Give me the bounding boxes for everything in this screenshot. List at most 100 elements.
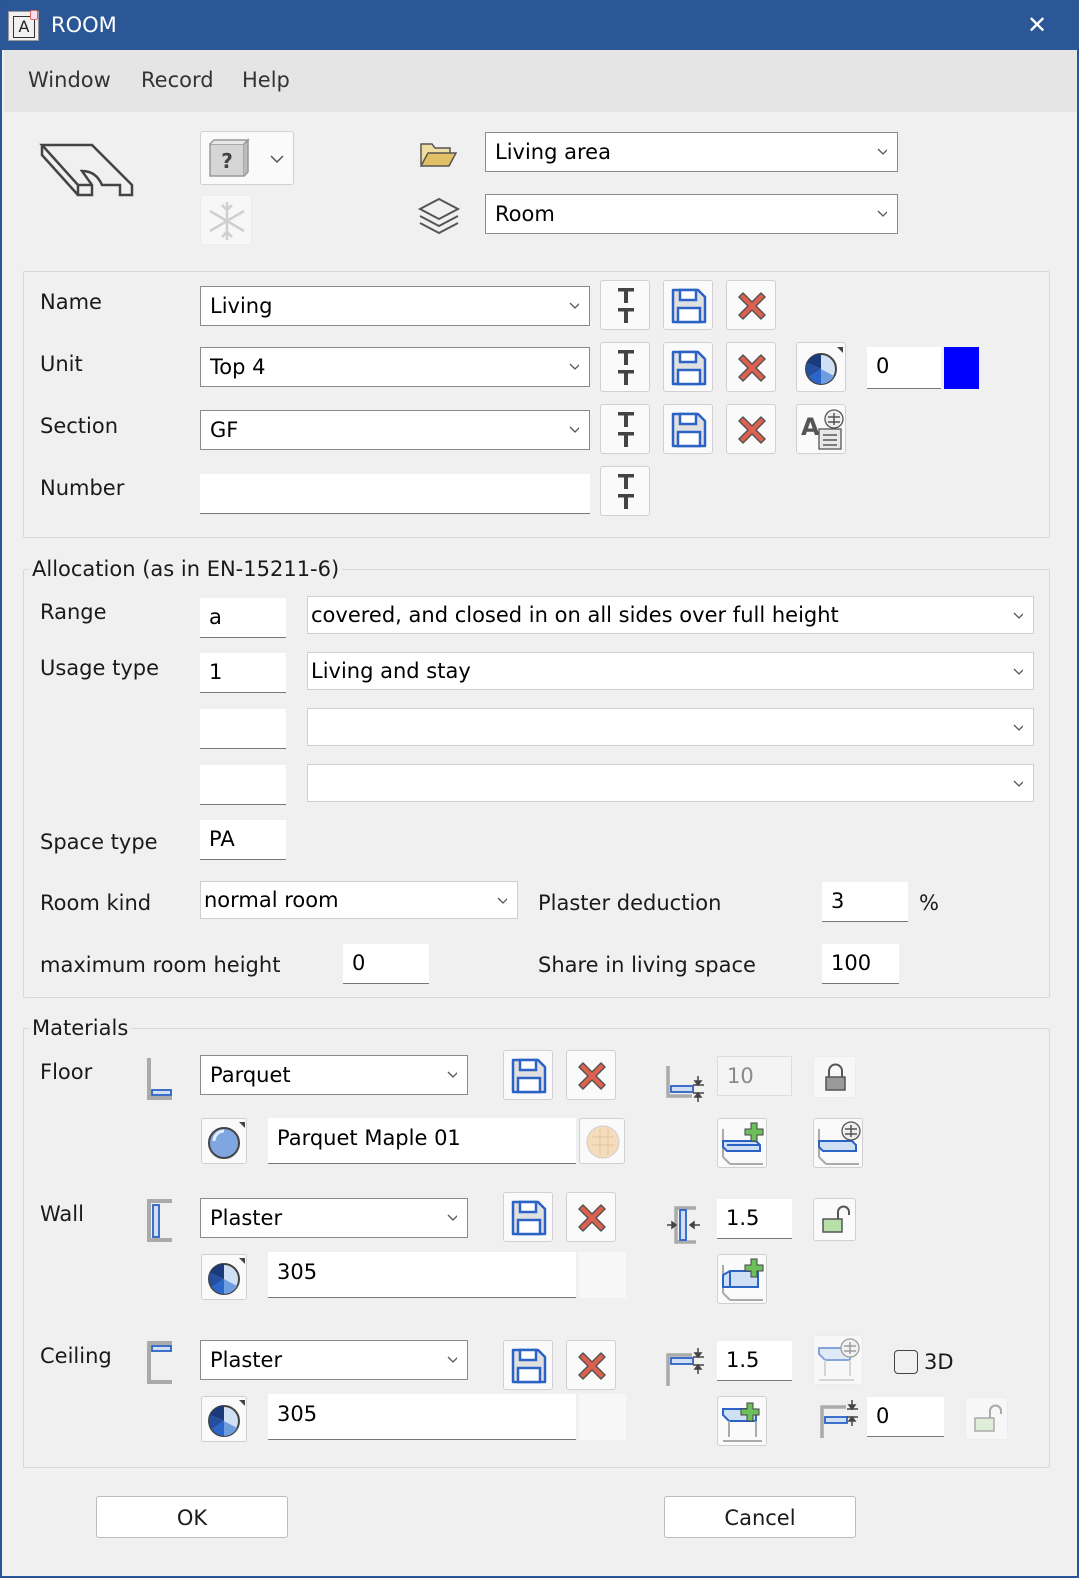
chevron-down-icon — [497, 897, 507, 904]
wall-label: Wall — [40, 1202, 84, 1226]
ceiling-3d-checkbox[interactable] — [894, 1350, 918, 1374]
add-layer-icon — [722, 1122, 764, 1165]
delete-icon — [578, 1062, 606, 1090]
section-combo-value: GF — [210, 418, 239, 442]
number-label: Number — [40, 476, 125, 500]
unit-color-button[interactable] — [796, 342, 846, 392]
name-save-button[interactable] — [663, 280, 713, 330]
section-text-style-button[interactable] — [600, 404, 650, 454]
unit-text-style-button[interactable] — [600, 342, 650, 392]
floor-thickness-input[interactable]: 10 — [717, 1056, 792, 1096]
ceiling-surface-button[interactable] — [201, 1396, 247, 1442]
ceiling-add-layer-button[interactable] — [717, 1396, 767, 1446]
wall-lock-button[interactable] — [813, 1198, 856, 1241]
floor-material-value: Parquet — [210, 1063, 291, 1087]
floor-material-combo[interactable]: Parquet — [200, 1055, 468, 1095]
ceiling-material-combo[interactable]: Plaster — [200, 1340, 468, 1380]
ceiling-material-value: Plaster — [210, 1348, 283, 1372]
ceiling-offset-value: 0 — [876, 1404, 890, 1428]
unit-combo[interactable]: Top 4 — [200, 347, 590, 387]
close-button[interactable]: ✕ — [1017, 8, 1057, 42]
object-type-dropdown[interactable]: ? — [200, 131, 294, 185]
ok-button[interactable]: OK — [96, 1496, 288, 1538]
app-icon: A — [8, 10, 39, 41]
usage-combo-value: Living and stay — [311, 659, 471, 683]
layer-settings-icon — [818, 1338, 860, 1381]
chevron-down-icon — [1013, 780, 1023, 787]
usage3-code-input[interactable] — [200, 765, 286, 805]
folder-combo[interactable]: Living area — [485, 132, 898, 172]
menu-help[interactable]: Help — [242, 68, 290, 92]
app-badge-icon — [30, 10, 38, 20]
space-type-input[interactable]: PA — [200, 820, 286, 860]
usage2-code-input[interactable] — [200, 709, 286, 749]
floor-texture-preview[interactable] — [579, 1118, 625, 1164]
wall-delete-button[interactable] — [566, 1192, 616, 1242]
usage-code-input[interactable]: 1 — [200, 653, 286, 693]
range-code-input[interactable]: a — [200, 598, 286, 638]
menu-window[interactable]: Window — [28, 68, 111, 92]
name-delete-button[interactable] — [726, 280, 776, 330]
floor-layer-settings-button[interactable] — [813, 1118, 863, 1168]
plaster-deduction-input[interactable]: 3 — [822, 882, 908, 922]
text-parameters-icon: A — [801, 409, 844, 450]
svg-text:A: A — [801, 413, 820, 441]
menu-record[interactable]: Record — [141, 68, 214, 92]
floor-delete-button[interactable] — [566, 1050, 616, 1100]
ceiling-delete-button[interactable] — [566, 1340, 616, 1390]
unit-color-index-input[interactable]: 0 — [867, 347, 941, 389]
usage2-combo[interactable] — [307, 708, 1034, 746]
wall-material-combo[interactable]: Plaster — [200, 1198, 468, 1238]
unit-color-index-value: 0 — [876, 354, 890, 378]
floor-surface-button[interactable] — [201, 1118, 247, 1164]
ceiling-offset-icon — [820, 1400, 858, 1438]
share-living-space-input[interactable]: 100 — [822, 944, 899, 984]
ceiling-save-button[interactable] — [503, 1340, 553, 1390]
color-wheel-icon — [805, 347, 843, 385]
usage-combo[interactable]: Living and stay — [307, 652, 1034, 690]
floor-surface-input[interactable]: Parquet Maple 01 — [268, 1118, 576, 1164]
cancel-button[interactable]: Cancel — [664, 1496, 856, 1538]
plaster-deduction-value: 3 — [831, 889, 845, 913]
number-input[interactable] — [200, 474, 590, 514]
unit-color-swatch[interactable] — [944, 347, 979, 389]
freeze-button[interactable] — [200, 195, 252, 245]
floor-add-layer-button[interactable] — [717, 1118, 767, 1168]
section-save-button[interactable] — [663, 404, 713, 454]
room-kind-label: Room kind — [40, 891, 152, 915]
ceiling-offset-input[interactable]: 0 — [867, 1397, 944, 1437]
add-layer-icon — [722, 1402, 762, 1442]
name-text-style-button[interactable] — [600, 280, 650, 330]
room-kind-combo[interactable]: normal room — [200, 881, 518, 919]
ceiling-thickness-icon — [666, 1348, 704, 1386]
range-combo[interactable]: covered, and closed in on all sides over… — [307, 596, 1034, 634]
unit-label: Unit — [40, 352, 83, 376]
wall-add-layer-button[interactable] — [717, 1254, 767, 1304]
floor-lock-button[interactable] — [813, 1056, 856, 1098]
ceiling-thickness-input[interactable]: 1.5 — [717, 1341, 792, 1381]
number-text-style-button[interactable] — [600, 466, 650, 516]
section-text-parameters-button[interactable]: A — [796, 404, 846, 454]
max-room-height-input[interactable]: 0 — [343, 944, 429, 984]
ceiling-layer-settings-button[interactable] — [813, 1335, 863, 1385]
unknown-object-icon: ? — [209, 138, 284, 177]
unit-delete-button[interactable] — [726, 342, 776, 392]
layer-combo[interactable]: Room — [485, 194, 898, 234]
layers-icon — [417, 197, 461, 235]
unit-combo-value: Top 4 — [210, 355, 266, 379]
share-living-space-value: 100 — [831, 951, 872, 975]
name-combo[interactable]: Living — [200, 286, 590, 326]
plaster-deduction-label: Plaster deduction — [538, 891, 722, 915]
max-room-height-value: 0 — [352, 951, 366, 975]
wall-save-button[interactable] — [503, 1192, 553, 1242]
wall-surface-input[interactable]: 305 — [268, 1252, 576, 1298]
section-combo[interactable]: GF — [200, 410, 590, 450]
section-delete-button[interactable] — [726, 404, 776, 454]
ceiling-surface-input[interactable]: 305 — [268, 1394, 576, 1440]
wall-surface-button[interactable] — [201, 1254, 247, 1300]
ceiling-lock-button[interactable] — [965, 1397, 1008, 1440]
usage3-combo[interactable] — [307, 764, 1034, 802]
unit-save-button[interactable] — [663, 342, 713, 392]
floor-save-button[interactable] — [503, 1050, 553, 1100]
wall-thickness-input[interactable]: 1.5 — [717, 1199, 792, 1239]
